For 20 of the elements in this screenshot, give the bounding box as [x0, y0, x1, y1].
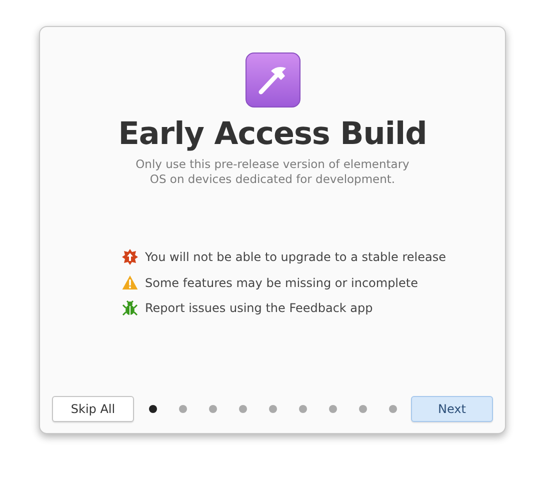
notice-text: Some features may be missing or incomplete [145, 276, 418, 290]
page-indicator-dot[interactable] [388, 405, 396, 413]
page-indicator-dot[interactable] [268, 405, 276, 413]
page-indicator-dot[interactable] [328, 405, 336, 413]
page-indicator-dot[interactable] [238, 405, 246, 413]
dialog-title: Early Access Build [118, 116, 427, 152]
next-button[interactable]: Next [411, 396, 493, 422]
page-indicator-dot[interactable] [208, 405, 216, 413]
page-indicator-dot[interactable] [298, 405, 306, 413]
page-indicator-dot[interactable] [148, 405, 156, 413]
bug-icon [122, 300, 138, 316]
dialog-description: Only use this pre-release version of elementary OS on devices dedicated for development. [134, 157, 410, 187]
notice-text: You will not be able to upgrade to a stable release [145, 250, 446, 264]
skip-all-button[interactable]: Skip All [52, 396, 134, 422]
page-indicator-dot[interactable] [358, 405, 366, 413]
upgrade-blocked-icon [122, 249, 138, 265]
warning-icon [122, 275, 138, 290]
hammer-icon [244, 52, 300, 108]
notice-text: Report issues using the Feedback app [145, 301, 373, 315]
page-indicator-dot[interactable] [178, 405, 186, 413]
